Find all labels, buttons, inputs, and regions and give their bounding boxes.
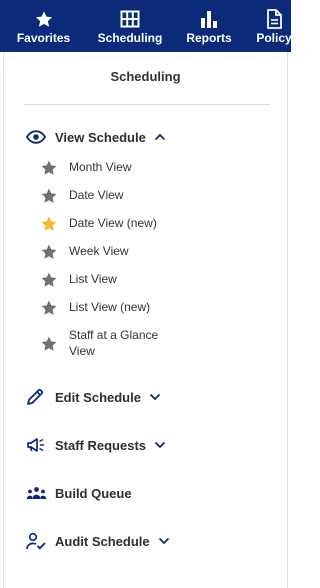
grid-calendar-icon xyxy=(120,9,140,29)
section-staff-requests[interactable]: Staff Requests xyxy=(26,435,168,455)
chevron-down-icon[interactable] xyxy=(149,390,163,404)
scheduling-menu-panel: Scheduling View Schedule Month View Date… xyxy=(3,52,288,588)
section-edit-schedule-label: Edit Schedule xyxy=(55,389,141,405)
nav-scheduling-label: Scheduling xyxy=(97,31,163,45)
menu-item-staff-at-a-glance-view[interactable]: Staff at a Glance View xyxy=(40,327,280,359)
star-icon[interactable] xyxy=(40,299,58,317)
menu-item-list-view-new[interactable]: List View (new) xyxy=(40,299,280,317)
star-icon[interactable] xyxy=(40,271,58,289)
nav-policy-label: Policy xyxy=(256,31,291,45)
section-audit-schedule-label: Audit Schedule xyxy=(55,533,150,549)
menu-item-month-view[interactable]: Month View xyxy=(40,159,280,177)
star-icon xyxy=(34,9,54,29)
section-staff-requests-label: Staff Requests xyxy=(55,437,147,453)
star-filled-icon[interactable] xyxy=(40,215,58,233)
chevron-down-icon[interactable] xyxy=(158,534,172,548)
star-icon[interactable] xyxy=(40,187,58,205)
star-icon[interactable] xyxy=(40,159,58,177)
divider xyxy=(24,104,270,105)
chevron-down-icon[interactable] xyxy=(154,438,168,452)
menu-item-label: List View (new) xyxy=(69,300,151,314)
section-build-queue[interactable]: Build Queue xyxy=(26,483,132,503)
section-view-schedule-label: View Schedule xyxy=(55,129,146,145)
menu-item-week-view[interactable]: Week View xyxy=(40,243,280,261)
bar-chart-icon xyxy=(200,9,218,29)
nav-reports-label: Reports xyxy=(186,31,232,45)
menu-item-label: Staff at a Glance View xyxy=(69,328,159,358)
nav-favorites[interactable]: Favorites xyxy=(0,0,87,52)
star-icon[interactable] xyxy=(40,335,58,353)
nav-policy[interactable]: Policy xyxy=(245,0,291,52)
eye-icon xyxy=(26,127,48,147)
menu-item-label: Date View xyxy=(69,188,124,202)
section-build-queue-label: Build Queue xyxy=(55,485,132,501)
chevron-up-icon[interactable] xyxy=(154,130,168,144)
megaphone-icon xyxy=(26,435,48,455)
section-view-schedule[interactable]: View Schedule xyxy=(26,127,168,147)
section-edit-schedule[interactable]: Edit Schedule xyxy=(26,387,163,407)
pencil-icon xyxy=(26,387,48,407)
menu-item-date-view-new[interactable]: Date View (new) xyxy=(40,215,280,233)
nav-scheduling[interactable]: Scheduling xyxy=(87,0,173,52)
star-icon[interactable] xyxy=(40,243,58,261)
top-navigation-bar: Favorites Scheduling Reports Policy xyxy=(0,0,291,52)
document-icon xyxy=(266,9,282,29)
nav-favorites-label: Favorites xyxy=(16,31,71,45)
menu-item-label: List View xyxy=(69,272,117,286)
menu-item-label: Date View (new) xyxy=(69,216,157,230)
menu-item-list-view[interactable]: List View xyxy=(40,271,280,289)
menu-item-date-view[interactable]: Date View xyxy=(40,187,280,205)
people-group-icon xyxy=(26,483,48,503)
menu-item-label: Month View xyxy=(69,160,132,174)
section-audit-schedule[interactable]: Audit Schedule xyxy=(26,531,172,551)
panel-title: Scheduling xyxy=(110,69,181,84)
menu-item-label: Week View xyxy=(69,244,129,258)
nav-reports[interactable]: Reports xyxy=(173,0,245,52)
user-check-icon xyxy=(26,531,48,551)
